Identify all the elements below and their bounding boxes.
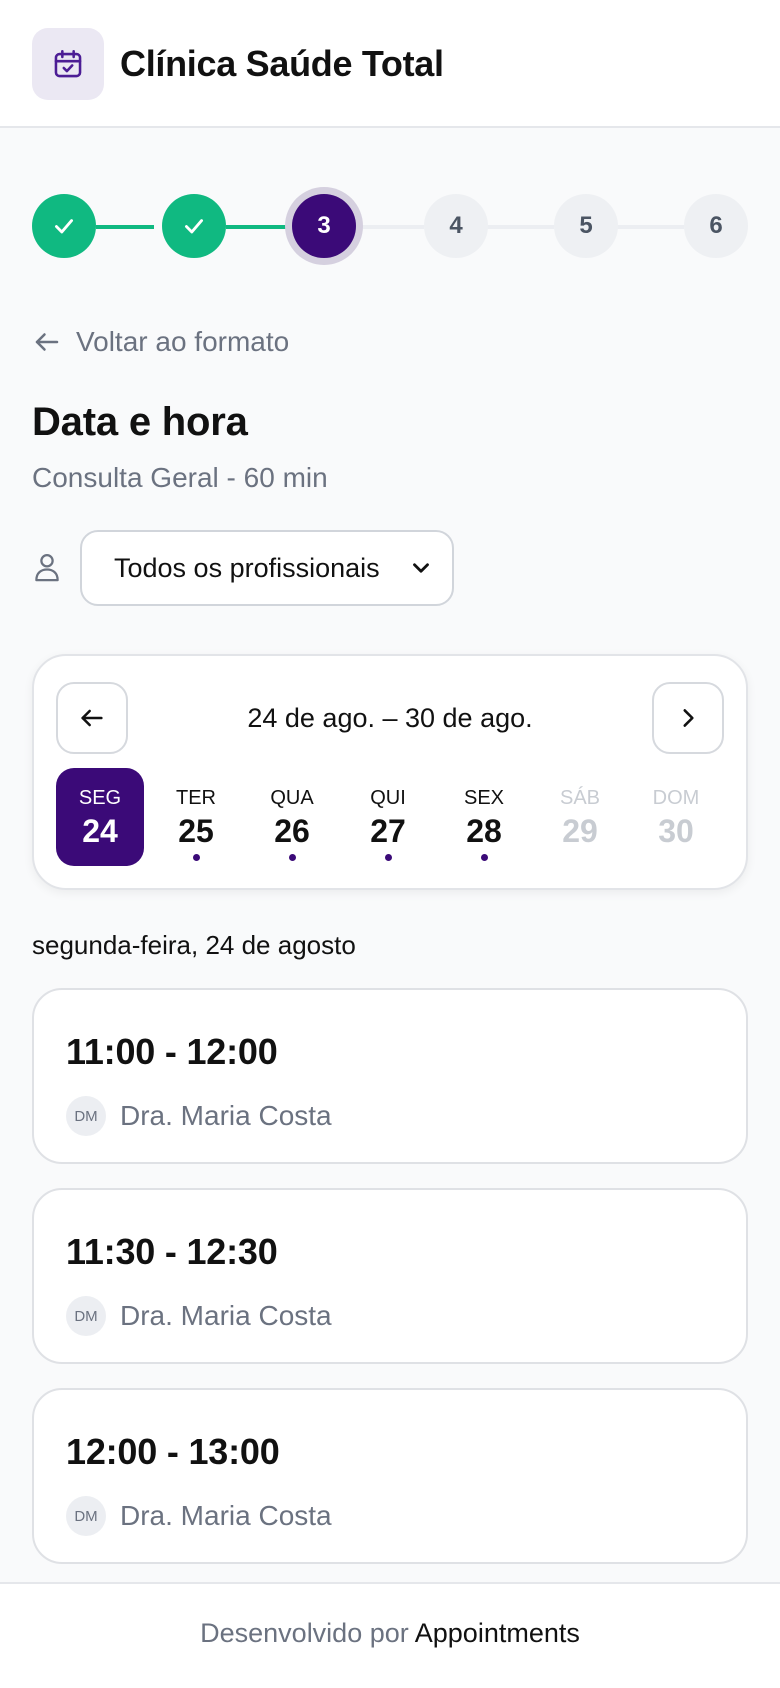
day-number: 29 (562, 813, 598, 849)
step-connector (616, 225, 684, 229)
step-4: 4 (424, 194, 488, 258)
availability-dot (289, 854, 296, 861)
day-name: TER (176, 787, 216, 809)
step-1[interactable] (32, 194, 96, 258)
back-link-label: Voltar ao formato (76, 326, 290, 357)
day-number: 24 (82, 813, 118, 849)
day-name: SÁB (559, 787, 601, 809)
slot-time: 11:00 - 12:00 (66, 1031, 278, 1072)
slot-professional: Dra. Maria Costa (120, 1500, 332, 1531)
clinic-logo (32, 28, 104, 100)
check-icon (55, 219, 73, 234)
time-slot-card[interactable]: 12:00 - 13:00 DM Dra. Maria Costa (32, 1388, 748, 1564)
step-3: 3 (292, 194, 356, 258)
slot-time: 12:00 - 13:00 (66, 1431, 280, 1472)
day-27[interactable]: QUI 27 (344, 768, 432, 866)
day-number: 27 (370, 813, 406, 849)
step-connector (486, 225, 554, 229)
progress-stepper: 3 4 5 6 (0, 192, 780, 260)
chevron-right-icon (683, 709, 694, 727)
arrow-left-icon (35, 333, 59, 351)
step-2[interactable] (162, 194, 226, 258)
day-number: 28 (466, 813, 502, 849)
availability-dot (385, 854, 392, 861)
footer-prefix: Desenvolvido por (200, 1618, 409, 1648)
day-30: DOM 30 (632, 768, 720, 866)
availability-dot (193, 854, 200, 861)
footer-credit: Desenvolvido por Appointments (0, 1618, 780, 1649)
next-week-button[interactable] (652, 682, 724, 754)
day-25[interactable]: TER 25 (152, 768, 240, 866)
day-name: QUI (370, 787, 406, 809)
time-slot-card[interactable]: 11:00 - 12:00 DM Dra. Maria Costa (32, 988, 748, 1164)
calendar-check-icon (54, 49, 82, 78)
avatar: DM (66, 1496, 106, 1536)
week-range-label: 24 de ago. – 30 de ago. (247, 703, 533, 733)
slot-professional: Dra. Maria Costa (120, 1100, 332, 1131)
professional-select[interactable]: Todos os profissionais (80, 530, 454, 606)
previous-week-button[interactable] (56, 682, 128, 754)
day-29: SÁB 29 (536, 768, 624, 866)
step-connector (96, 225, 154, 229)
time-slot-card[interactable]: 11:30 - 12:30 DM Dra. Maria Costa (32, 1188, 748, 1364)
avatar: DM (66, 1296, 106, 1336)
selected-date-heading: segunda-feira, 24 de agosto (32, 930, 356, 960)
day-number: 26 (274, 813, 310, 849)
chevron-down-icon (413, 563, 429, 573)
footer-brand-link[interactable]: Appointments (415, 1618, 580, 1648)
week-calendar: 24 de ago. – 30 de ago. SEG 24 TER 25 QU… (32, 654, 748, 890)
day-26[interactable]: QUA 26 (248, 768, 336, 866)
day-28[interactable]: SEX 28 (440, 768, 528, 866)
slot-professional: Dra. Maria Costa (120, 1300, 332, 1331)
page-title: Data e hora (32, 400, 248, 444)
step-6: 6 (684, 194, 748, 258)
check-icon (185, 219, 203, 234)
day-name: DOM (652, 787, 700, 809)
professional-select-value: Todos os profissionais (114, 552, 380, 583)
step-5: 5 (554, 194, 618, 258)
service-subtitle: Consulta Geral - 60 min (32, 462, 328, 493)
app-header: Clínica Saúde Total (0, 0, 780, 128)
day-name: SEG (78, 787, 122, 809)
slot-time: 11:30 - 12:30 (66, 1231, 278, 1272)
day-number: 30 (658, 813, 694, 849)
avatar: DM (66, 1096, 106, 1136)
day-24[interactable]: SEG 24 (56, 768, 144, 866)
user-icon (35, 554, 59, 582)
clinic-name: Clínica Saúde Total (120, 43, 444, 84)
arrow-left-icon (81, 709, 103, 727)
availability-dot (481, 854, 488, 861)
step-connector (226, 225, 286, 229)
day-name: SEX (463, 787, 505, 809)
back-to-format-link[interactable]: Voltar ao formato (32, 322, 289, 362)
day-name: QUA (270, 787, 314, 809)
step-connector (356, 225, 424, 229)
day-number: 25 (178, 813, 214, 849)
footer: Desenvolvido por Appointments (0, 1582, 780, 1688)
